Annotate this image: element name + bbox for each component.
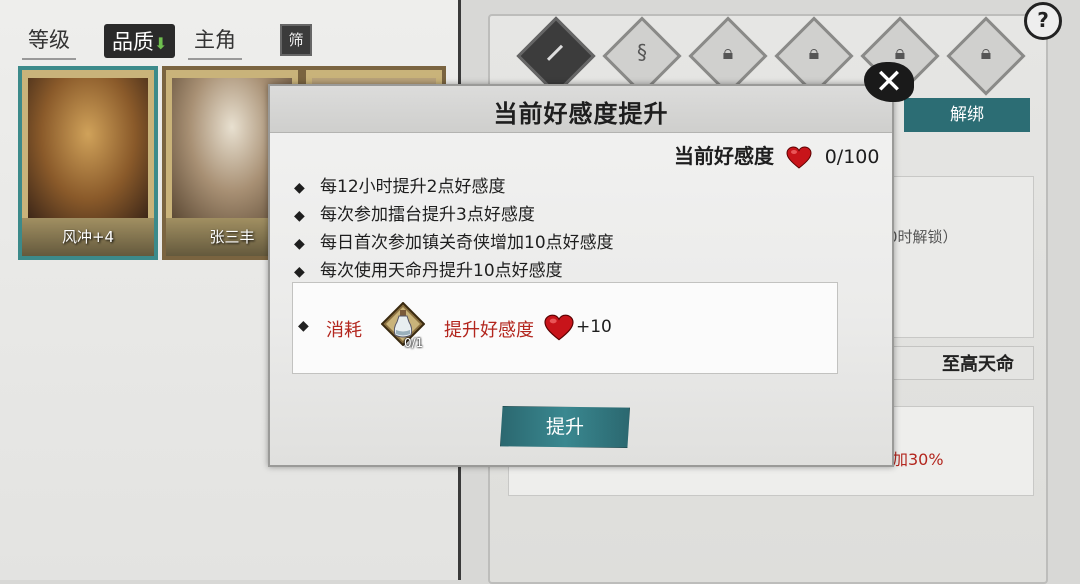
snake-icon: § xyxy=(637,39,647,64)
unlock-hint: 0时解锁） xyxy=(888,228,958,246)
raise-button[interactable]: 提升 xyxy=(500,406,630,448)
lock-icon: 🔒︎ xyxy=(894,39,906,64)
lock-icon: 🔒︎ xyxy=(808,39,820,64)
bullet-icon: ◆ xyxy=(294,208,305,224)
favor-rule-text: 每次参加擂台提升3点好感度 xyxy=(320,205,535,225)
sort-tab-quality-label: 品质 xyxy=(112,30,154,54)
hero-portrait xyxy=(28,78,148,218)
bullet-icon: ◆ xyxy=(294,264,305,280)
gain-label: 提升好感度 xyxy=(444,320,534,341)
close-icon: ✕ xyxy=(874,62,904,102)
heart-icon xyxy=(786,145,812,169)
favor-rule-text: 每日首次参加镇关奇侠增加10点好感度 xyxy=(320,233,614,253)
favor-rule: ◆ 每次参加擂台提升3点好感度 xyxy=(294,200,535,225)
item-count: 0/1 xyxy=(404,336,424,350)
hero-card[interactable]: 风冲+4 xyxy=(18,66,158,260)
unbind-button[interactable]: 解绑 xyxy=(904,98,1030,132)
bullet-icon: ◆ xyxy=(294,180,305,196)
gain-value: +10 xyxy=(576,317,612,337)
help-icon[interactable]: ? xyxy=(1024,2,1062,40)
close-button[interactable]: ✕ xyxy=(862,60,916,104)
sort-tab-protagonist[interactable]: 主角 xyxy=(188,24,242,60)
skill-name: 至高天命 xyxy=(942,354,1014,375)
favor-rule: ◆ 每次使用天命丹提升10点好感度 xyxy=(294,256,563,281)
sort-tab-quality[interactable]: 品质⬇ xyxy=(104,24,176,58)
favor-rule: ◆ 每12小时提升2点好感度 xyxy=(294,172,505,197)
sort-desc-arrow-icon: ⬇ xyxy=(154,34,168,53)
bonus-text: 加30% xyxy=(892,450,944,469)
lock-icon: 🔒︎ xyxy=(980,39,992,64)
sort-bar: 等级 品质⬇ 主角 筛 xyxy=(18,18,448,60)
lock-icon: 🔒︎ xyxy=(722,39,734,64)
favor-rule-text: 每12小时提升2点好感度 xyxy=(320,177,506,197)
dialog-title: 当前好感度提升 xyxy=(493,100,669,128)
hero-name: 风冲+4 xyxy=(22,218,154,256)
heart-icon xyxy=(544,314,574,341)
favor-rule-text: 每次使用天命丹提升10点好感度 xyxy=(320,261,563,281)
sort-tab-level[interactable]: 等级 xyxy=(22,24,76,60)
favor-rule: ◆ 每日首次参加镇关奇侠增加10点好感度 xyxy=(294,228,614,253)
filter-button[interactable]: 筛 xyxy=(280,24,312,56)
current-favor-value: 0/100 xyxy=(824,146,880,168)
bullet-icon: ◆ xyxy=(298,318,309,334)
sword-icon xyxy=(546,44,564,61)
dialog-header: 当前好感度提升 xyxy=(270,86,892,133)
current-favor-label: 当前好感度 xyxy=(674,144,774,168)
current-favor: 当前好感度 0/100 xyxy=(674,140,880,169)
cost-label: 消耗 xyxy=(326,320,362,341)
bullet-icon: ◆ xyxy=(294,236,305,252)
